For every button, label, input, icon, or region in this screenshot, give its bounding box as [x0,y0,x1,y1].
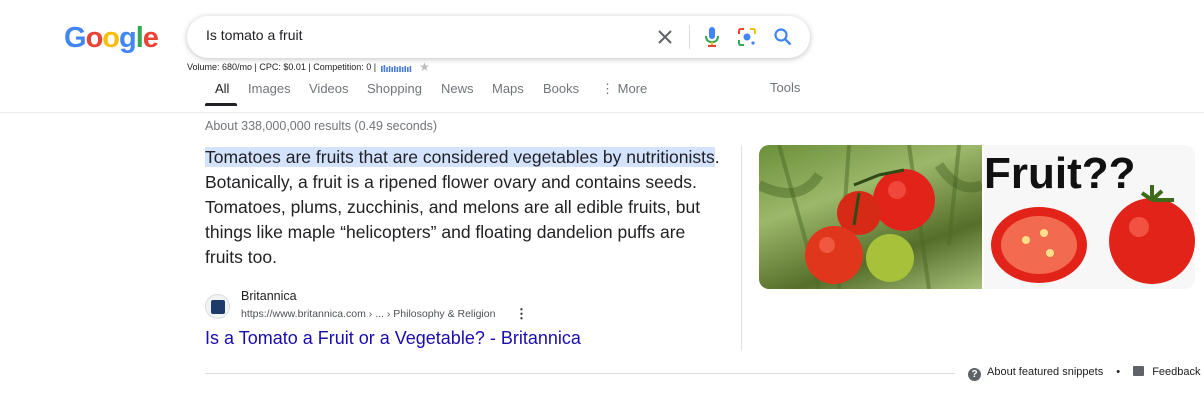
tab-books[interactable]: Books [543,81,579,96]
logo-letter: G [64,22,87,54]
snippet-footer: ? About featured snippets • Feedback [968,366,1201,381]
more-options-icon[interactable]: ⋮ [515,306,528,322]
clear-icon[interactable] [655,27,675,47]
result-stats: About 338,000,000 results (0.49 seconds) [205,119,438,133]
snippet-highlight: Tomatoes are fruits that are considered … [205,147,715,167]
feedback-icon [1133,366,1145,376]
logo-letter: o [102,22,120,54]
header-divider [0,112,1204,113]
britannica-favicon-icon [205,294,230,319]
tab-shopping[interactable]: Shopping [367,81,422,96]
tab-all[interactable]: All [215,81,229,96]
search-divider [689,25,690,49]
image-overlay-text: Fruit?? [984,149,1136,198]
about-snippets-link[interactable]: ? About featured snippets [968,366,1104,381]
source-name[interactable]: Britannica [241,289,297,303]
tab-news[interactable]: News [441,81,474,96]
footer-separator: • [1116,366,1121,378]
source-url[interactable]: https://www.britannica.com › ... › Philo… [241,308,495,320]
tomato-plant-illustration [759,145,982,289]
search-input[interactable]: Is tomato a fruit [206,27,302,43]
trend-graph-icon [380,64,411,72]
logo-letter: e [142,22,159,54]
keyword-stats-text: Volume: 680/mo | CPC: $0.01 | Competitio… [187,62,377,72]
logo-letter: o [85,22,104,54]
search-box[interactable]: Is tomato a fruit [187,16,810,58]
tomato-fruit-image[interactable]: Fruit?? [984,145,1195,289]
logo-letter: l [135,22,144,54]
tools-button[interactable]: Tools [770,80,800,95]
microphone-icon[interactable] [702,26,722,48]
keyword-stats: Volume: 680/mo | CPC: $0.01 | Competitio… [187,60,430,74]
feedback-link[interactable]: Feedback [1133,366,1201,378]
help-icon: ? [968,368,981,381]
about-snippets-label: About featured snippets [987,366,1104,378]
snippet-divider [741,145,742,351]
result-title-link[interactable]: Is a Tomato a Fruit or a Vegetable? - Br… [205,328,581,349]
featured-snippet-text: Tomatoes are fruits that are considered … [205,145,725,270]
tab-videos[interactable]: Videos [309,81,349,96]
search-icon[interactable] [773,27,793,47]
feedback-label: Feedback [1152,366,1201,378]
logo-letter: g [119,22,137,54]
tomato-plant-image[interactable] [759,145,982,289]
active-tab-indicator [205,103,237,106]
favicon-mark [211,300,225,314]
google-logo[interactable]: Google [64,22,159,55]
star-icon[interactable]: ★ [419,60,430,74]
tab-images[interactable]: Images [248,81,291,96]
tab-more[interactable]: ⋮ More [601,81,647,97]
tab-maps[interactable]: Maps [492,81,524,96]
snippet-bottom-divider [205,373,955,374]
google-lens-icon[interactable] [737,27,757,47]
